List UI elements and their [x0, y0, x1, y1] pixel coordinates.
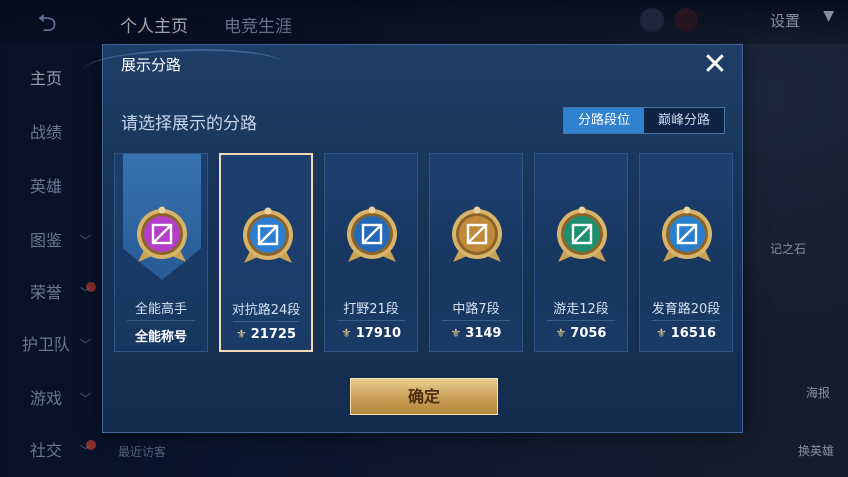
- close-icon[interactable]: ✕: [700, 50, 730, 81]
- lane-cards: 全能高手 全能称号 对抗路24段 ⚜ 21725 打野21段 ⚜ 17910 中路7段 ⚜ 3149…: [114, 153, 735, 353]
- lane-card-score: ⚜ 3149: [430, 326, 522, 341]
- score-icon: ⚜: [450, 326, 462, 340]
- lane-card[interactable]: 全能高手 全能称号: [114, 153, 208, 352]
- decorative-swirl: [83, 49, 283, 85]
- farm-lane-icon: [662, 206, 712, 262]
- lane-card-name: 游走12段: [553, 302, 609, 317]
- lane-card-name: 发育路20段: [651, 302, 721, 317]
- lane-card[interactable]: 中路7段 ⚜ 3149: [429, 153, 523, 352]
- lane-card-name: 全能高手: [134, 302, 187, 317]
- divider: [547, 320, 615, 321]
- score-icon: ⚜: [555, 326, 567, 340]
- score-icon: ⚜: [341, 326, 352, 340]
- lane-card[interactable]: 打野21段 ⚜ 17910: [324, 153, 418, 352]
- lane-card-name: 中路7段: [452, 302, 500, 317]
- lane-mode-toggle: 分路段位 巅峰分路: [563, 107, 725, 134]
- score-value: 16516: [670, 326, 716, 341]
- score-value: 17910: [355, 326, 401, 341]
- lane-card-name: 对抗路24段: [231, 303, 301, 318]
- lane-card-score: ⚜ 7056: [535, 326, 627, 341]
- score-value: 3149: [465, 326, 502, 341]
- confirm-button[interactable]: 确定: [350, 378, 498, 415]
- score-value: 21725: [250, 327, 296, 342]
- score-value: 全能称号: [134, 330, 187, 345]
- divider: [337, 320, 405, 321]
- roam-icon: [557, 206, 607, 262]
- dialog-title: 展示分路: [121, 56, 182, 74]
- divider: [442, 320, 510, 321]
- segment-peak-lane[interactable]: 巅峰分路: [644, 108, 724, 133]
- lane-card-score: ⚜ 17910: [325, 326, 417, 341]
- lane-card-score: ⚜ 21725: [221, 327, 311, 342]
- score-icon: ⚜: [656, 326, 667, 340]
- divider: [233, 321, 299, 322]
- divider: [652, 320, 720, 321]
- lane-display-dialog: 展示分路 ✕ 请选择展示的分路 分路段位 巅峰分路 全能高手 全能称号 对抗路24段…: [83, 44, 743, 433]
- mid-lane-icon: [452, 206, 502, 262]
- lane-card[interactable]: 发育路20段 ⚜ 16516: [639, 153, 733, 352]
- allround-icon: [137, 206, 187, 262]
- divider: [127, 320, 195, 321]
- score-icon: ⚜: [236, 327, 247, 341]
- clash-lane-icon: [243, 207, 293, 263]
- segment-lane-rank[interactable]: 分路段位: [564, 108, 644, 133]
- lane-card-score: ⚜ 16516: [640, 326, 732, 341]
- dialog-subtitle: 请选择展示的分路: [121, 114, 257, 134]
- lane-card-score: 全能称号: [115, 326, 207, 345]
- jungle-icon: [347, 206, 397, 262]
- lane-card-name: 打野21段: [343, 302, 399, 317]
- lane-card[interactable]: 对抗路24段 ⚜ 21725: [219, 153, 313, 352]
- score-value: 7056: [570, 326, 607, 341]
- lane-card[interactable]: 游走12段 ⚜ 7056: [534, 153, 628, 352]
